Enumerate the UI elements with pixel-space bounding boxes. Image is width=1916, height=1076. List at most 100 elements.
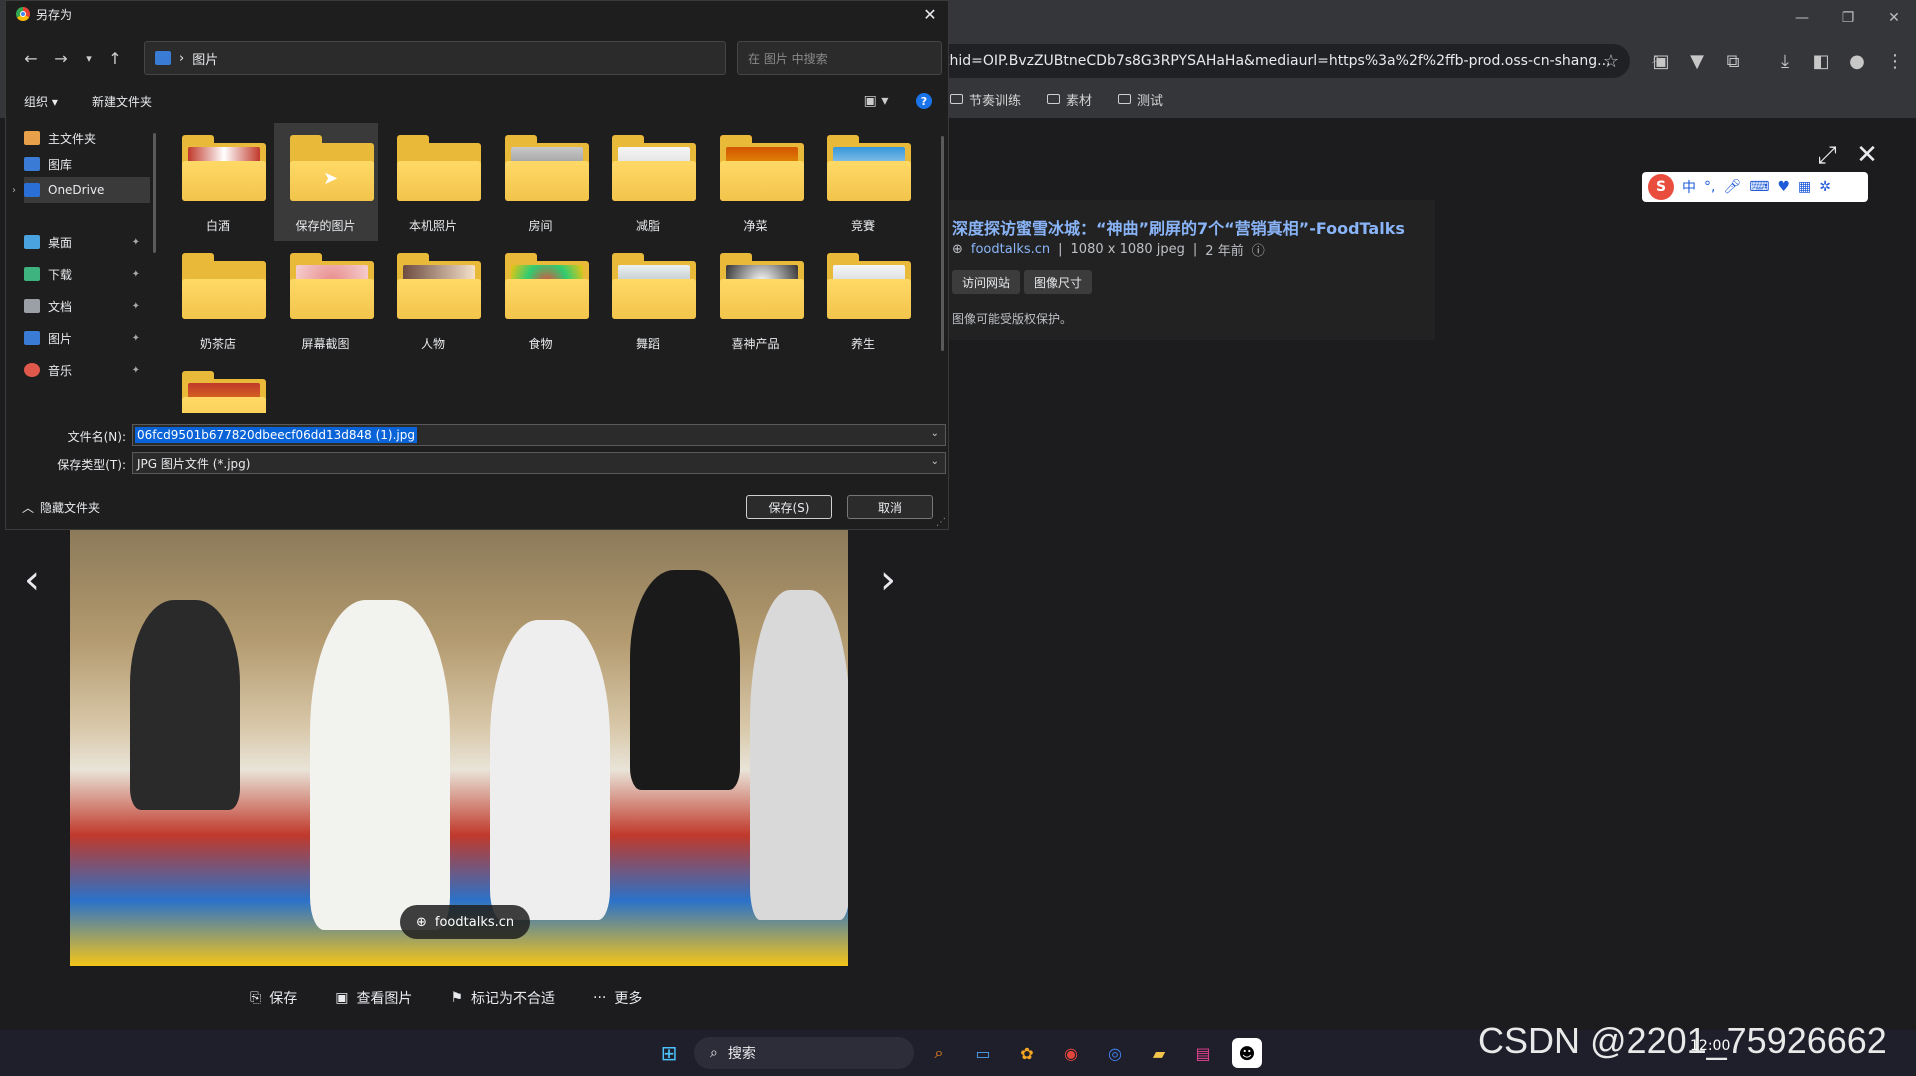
folder-item[interactable]: 舞蹈: [596, 241, 700, 359]
bookmark-item[interactable]: 素材: [1047, 88, 1092, 110]
nav-item-music[interactable]: 音乐 ✦: [24, 357, 150, 383]
visit-site-button[interactable]: 访问网站: [952, 270, 1021, 294]
bookmarks-bar: 节奏训练 素材 测试: [950, 88, 1163, 110]
pin-icon[interactable]: ✦: [132, 365, 140, 376]
save-image-button[interactable]: ⎘ 保存: [250, 988, 297, 1008]
back-icon[interactable]: ←: [18, 45, 44, 71]
breadcrumb[interactable]: 图片: [192, 49, 218, 68]
ime-mode[interactable]: 中: [1682, 177, 1696, 197]
folder-item[interactable]: 竞賽: [811, 123, 915, 241]
folder-item[interactable]: 喜神产品: [704, 241, 808, 359]
folder-item[interactable]: 屏幕截图: [274, 241, 378, 359]
pin-icon[interactable]: ✦: [132, 301, 140, 312]
path-bar[interactable]: › 图片 ⌄ ↻: [144, 41, 847, 75]
resize-grip-icon[interactable]: ⋰: [936, 517, 946, 528]
menu-icon[interactable]: ⋮: [1882, 48, 1908, 74]
hide-folders-toggle[interactable]: ︿ 隐藏文件夹: [22, 499, 100, 516]
image-size-button[interactable]: 图像尺寸: [1024, 270, 1093, 294]
chrome-app-icon[interactable]: ◎: [1100, 1038, 1130, 1068]
download-icon[interactable]: ⤓: [1772, 48, 1798, 74]
microphone-icon[interactable]: 🎤︎: [1723, 179, 1741, 195]
next-image-icon[interactable]: ›: [868, 555, 908, 605]
save-button[interactable]: 保存(S): [746, 495, 832, 519]
photo-source-badge[interactable]: ⊕ foodtalks.cn: [400, 905, 531, 939]
start-icon[interactable]: ⊞: [654, 1038, 684, 1068]
folder-item[interactable]: 食物: [489, 241, 593, 359]
cancel-button[interactable]: 取消: [847, 495, 933, 519]
filetype-select[interactable]: JPG 图片文件 (*.jpg) ⌄: [132, 452, 946, 474]
extensions-icon[interactable]: ⧉: [1720, 48, 1746, 74]
folder-search-input[interactable]: 在 图片 中搜索 ⌕: [737, 41, 1660, 75]
help-icon[interactable]: ?: [916, 93, 932, 109]
skin-icon[interactable]: ♥: [1777, 179, 1790, 195]
avatar[interactable]: ●: [1844, 48, 1870, 74]
bookmark-item[interactable]: 测试: [1118, 88, 1163, 110]
sidebar-icon[interactable]: ◧: [1808, 48, 1834, 74]
expand-icon[interactable]: ⤢: [1812, 140, 1842, 170]
nav-item-onedrive[interactable]: › OneDrive: [12, 177, 150, 203]
up-icon[interactable]: ↑: [102, 45, 128, 71]
chevron-down-icon[interactable]: ⌄: [931, 428, 939, 439]
file-list-scrollbar[interactable]: [941, 136, 944, 351]
forward-icon[interactable]: →: [48, 45, 74, 71]
toolbox-icon[interactable]: ▦: [1798, 179, 1811, 195]
chevron-right-icon[interactable]: ›: [12, 185, 16, 196]
screen-app-icon[interactable]: ▭: [968, 1038, 998, 1068]
minimize-icon[interactable]: —: [1782, 6, 1822, 30]
dialog-title: 另存为: [36, 7, 73, 22]
nav-item-downloads[interactable]: 下载 ✦: [24, 261, 150, 287]
restore-icon[interactable]: ❐: [1828, 6, 1868, 30]
ime-toolbar[interactable]: S 中 °, 🎤︎ ⌨ ♥ ▦ ✲: [1642, 172, 1868, 202]
search-app-icon[interactable]: ⌕: [924, 1038, 954, 1068]
folder-item[interactable]: 本机照片: [381, 123, 485, 241]
close-icon[interactable]: ✕: [1852, 140, 1882, 170]
folder-item[interactable]: 净菜: [704, 123, 808, 241]
address-bar[interactable]: thid=OIP.BvzZUBtneCDb7s8G3RPYSAHaHa&medi…: [930, 44, 1630, 78]
result-title[interactable]: 深度探访蜜雪冰城：“神曲”刷屏的7个“营销真相”-FoodTalks: [952, 215, 1432, 239]
view-image-button[interactable]: ▣ 查看图片: [335, 988, 412, 1008]
paw-app-icon[interactable]: ✿: [1012, 1038, 1042, 1068]
taskbar-search[interactable]: ⌕ 搜索: [694, 1037, 914, 1069]
weibo-app-icon[interactable]: ◉: [1056, 1038, 1086, 1068]
source-domain[interactable]: foodtalks.cn: [971, 242, 1050, 257]
pin-icon[interactable]: ✦: [132, 333, 140, 344]
organize-button[interactable]: 组织 ▾: [24, 93, 58, 110]
folder-item[interactable]: 房间: [489, 123, 593, 241]
chevron-down-icon[interactable]: ⌄: [931, 456, 939, 467]
explorer-app-icon[interactable]: ▰: [1144, 1038, 1174, 1068]
pin-icon[interactable]: ✦: [132, 237, 140, 248]
folder-item[interactable]: [166, 359, 270, 413]
nav-item-pictures[interactable]: 图片 ✦: [24, 325, 150, 351]
folder-item[interactable]: 人物: [381, 241, 485, 359]
folder-item[interactable]: 白酒: [166, 123, 270, 241]
download-icon: [24, 267, 40, 281]
nav-item-desktop[interactable]: 桌面 ✦: [24, 229, 150, 255]
folder-item[interactable]: 奶茶店: [166, 241, 270, 359]
view-options-icon[interactable]: ▣ ▾: [856, 91, 896, 111]
bookmark-item[interactable]: 节奏训练: [950, 88, 1021, 110]
punctuation-icon[interactable]: °,: [1704, 179, 1715, 195]
folder-item[interactable]: 减脂: [596, 123, 700, 241]
vpn-icon[interactable]: ▼: [1684, 48, 1710, 74]
star-icon[interactable]: ☆: [1598, 48, 1624, 74]
editor-app-icon[interactable]: ▤: [1188, 1038, 1218, 1068]
pin-icon[interactable]: ✦: [132, 269, 140, 280]
report-button[interactable]: ⚑ 标记为不合适: [450, 988, 555, 1008]
previous-image-icon[interactable]: ‹: [12, 555, 52, 605]
more-button[interactable]: ··· 更多: [593, 988, 642, 1008]
filename-field[interactable]: 06fcd9501b677820dbeecf06dd13d848 (1).jpg…: [132, 424, 946, 446]
new-folder-button[interactable]: 新建文件夹: [92, 93, 152, 110]
folder-item[interactable]: 养生: [811, 241, 915, 359]
settings-icon[interactable]: ✲: [1819, 179, 1831, 195]
nav-item-home[interactable]: 主文件夹: [24, 125, 150, 151]
recent-locations-icon[interactable]: ▾: [76, 45, 102, 71]
window-close-icon[interactable]: ✕: [1874, 6, 1914, 30]
keyboard-icon[interactable]: ⌨: [1749, 179, 1769, 195]
nav-scrollbar[interactable]: [153, 133, 156, 253]
nav-item-documents[interactable]: 文档 ✦: [24, 293, 150, 319]
globe-icon: ⊕: [952, 242, 963, 257]
nav-item-gallery[interactable]: 图库: [24, 151, 150, 177]
search-icon[interactable]: ⌕: [1646, 49, 1666, 69]
dialog-close-icon[interactable]: ✕: [918, 3, 942, 25]
qq-app-icon[interactable]: ☻: [1232, 1038, 1262, 1068]
